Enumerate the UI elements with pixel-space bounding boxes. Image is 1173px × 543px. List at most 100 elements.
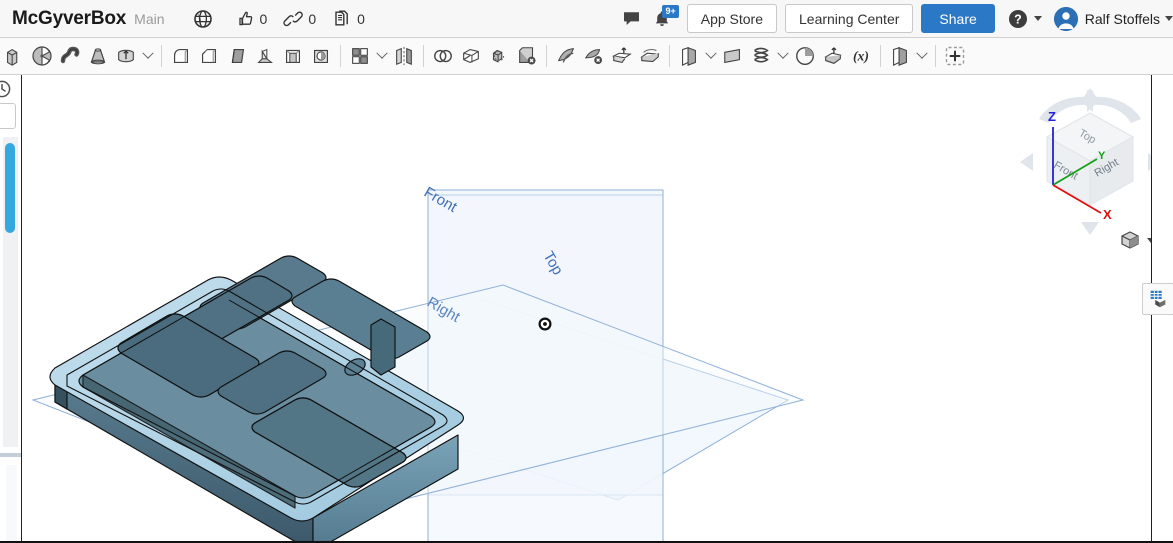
variable-tool[interactable]: (x) [847,41,875,71]
curve-dropdown[interactable] [775,41,791,71]
feature-list-scrollbar[interactable] [5,143,15,233]
view-cube-body[interactable] [1045,112,1135,207]
shell-icon [285,49,301,64]
origin-point[interactable] [538,317,552,331]
comment-icon [624,12,640,25]
links-value: 0 [308,10,317,27]
transform-tool[interactable] [485,41,513,71]
app-store-button[interactable]: App Store [686,4,777,33]
move-face-tool[interactable] [608,41,636,71]
assembly-panel-toggle[interactable] [1142,283,1173,315]
import-tool[interactable] [819,41,847,71]
view-cube[interactable]: Top Front Right Z Y X [1015,85,1165,249]
boolean-tool[interactable] [429,41,457,71]
sweep-tool[interactable] [56,41,84,71]
fillet-tool[interactable] [167,41,195,71]
parts-list-scroll-track[interactable] [6,465,17,543]
plane-dropdown[interactable] [703,41,719,71]
toolbar-separator [423,45,424,67]
history-clock-icon[interactable] [0,79,12,99]
assembly-panel-icon [1150,290,1166,308]
import-derived-icon [824,47,842,64]
notifications-button[interactable]: 9+ [649,4,679,32]
user-avatar-icon [1053,6,1078,31]
plus-dashed-icon [945,46,965,66]
fillet-icon [173,48,189,64]
composite-part-dropdown[interactable] [914,41,930,71]
thumbs-up-icon [238,11,252,25]
comments-button[interactable] [619,6,645,32]
fill-surface-tool[interactable] [552,41,580,71]
learning-center-button[interactable]: Learning Center [785,4,914,33]
help-menu-button[interactable]: ? [1007,8,1042,30]
right-side-rail [1142,75,1173,543]
sketch-tool[interactable] [719,41,747,71]
view-cube-arrow-left [1020,153,1033,171]
toolbar-separator [161,45,162,67]
graphics-viewport[interactable]: Front Top Right Top Front Right Z Y X [23,75,1173,543]
user-caret-icon [1165,16,1173,21]
chevron-down-icon [142,47,154,59]
delete-face-icon [584,49,603,65]
extrude-tool[interactable] [0,41,28,71]
section-view-tool[interactable] [791,41,819,71]
globe-icon [193,9,212,28]
chevron-down-icon [705,47,717,59]
workspace-name[interactable]: Main [134,11,164,27]
axis-x-label: X [1103,207,1112,222]
composite-part-icon [893,46,907,67]
pattern-tool[interactable] [346,41,374,71]
thicken-tool[interactable] [112,41,140,71]
mirror-tool[interactable] [390,41,418,71]
header-actions: 9+ App Store Learning Center Share ? Ral… [619,0,1173,38]
plane-tool[interactable] [675,41,703,71]
rib-tool[interactable] [251,41,279,71]
split-tool[interactable] [457,41,485,71]
shell-tool[interactable] [279,41,307,71]
chevron-down-icon [376,47,388,59]
draft-icon [231,48,245,64]
cad-model-scene: Front Top Right [31,184,805,543]
axis-y-label: Y [1098,150,1106,162]
delete-part-tool[interactable] [513,41,541,71]
variable-x-icon: (x) [853,49,869,65]
plane-icon [682,46,696,67]
view-cube-arrow-up [1081,88,1099,101]
fill-surface-icon [557,48,575,63]
display-mode-button[interactable] [1118,228,1155,252]
curve-tool[interactable] [747,41,775,71]
links-count[interactable]: 0 [283,9,316,29]
panel-divider[interactable] [0,453,21,457]
copies-count[interactable]: 0 [332,9,365,29]
view-cube-arrow-down [1081,222,1099,235]
share-button[interactable]: Share [921,4,995,33]
split-icon [463,49,479,64]
document-title[interactable]: McGyverBox [12,8,126,30]
likes-count[interactable]: 0 [235,9,267,29]
thicken-dropdown[interactable] [140,41,156,71]
revolve-tool[interactable] [28,41,56,71]
offset-surface-tool[interactable] [636,41,664,71]
delete-face-tool[interactable] [580,41,608,71]
composite-part-tool[interactable] [886,41,914,71]
pattern-dropdown[interactable] [374,41,390,71]
draft-tool[interactable] [223,41,251,71]
thicken-icon [118,49,134,63]
chamfer-tool[interactable] [195,41,223,71]
toolbar-separator [340,45,341,67]
add-custom-feature[interactable] [941,41,969,71]
move-face-icon [611,47,632,64]
offset-surface-icon [640,49,660,63]
feature-search-input[interactable] [0,103,16,129]
mcgyverbox-tray-part[interactable] [49,255,465,543]
document-stats-group: 0 0 0 [193,9,381,29]
hole-tool[interactable] [307,41,335,71]
chevron-down-icon [916,47,928,59]
link-icon [283,11,304,26]
public-document-indicator[interactable] [193,9,213,29]
loft-tool[interactable] [84,41,112,71]
user-menu-button[interactable]: Ralf Stoffels [1053,6,1173,31]
avatar [1053,6,1078,31]
revolve-icon [32,46,52,66]
toolbar-separator [546,45,547,67]
